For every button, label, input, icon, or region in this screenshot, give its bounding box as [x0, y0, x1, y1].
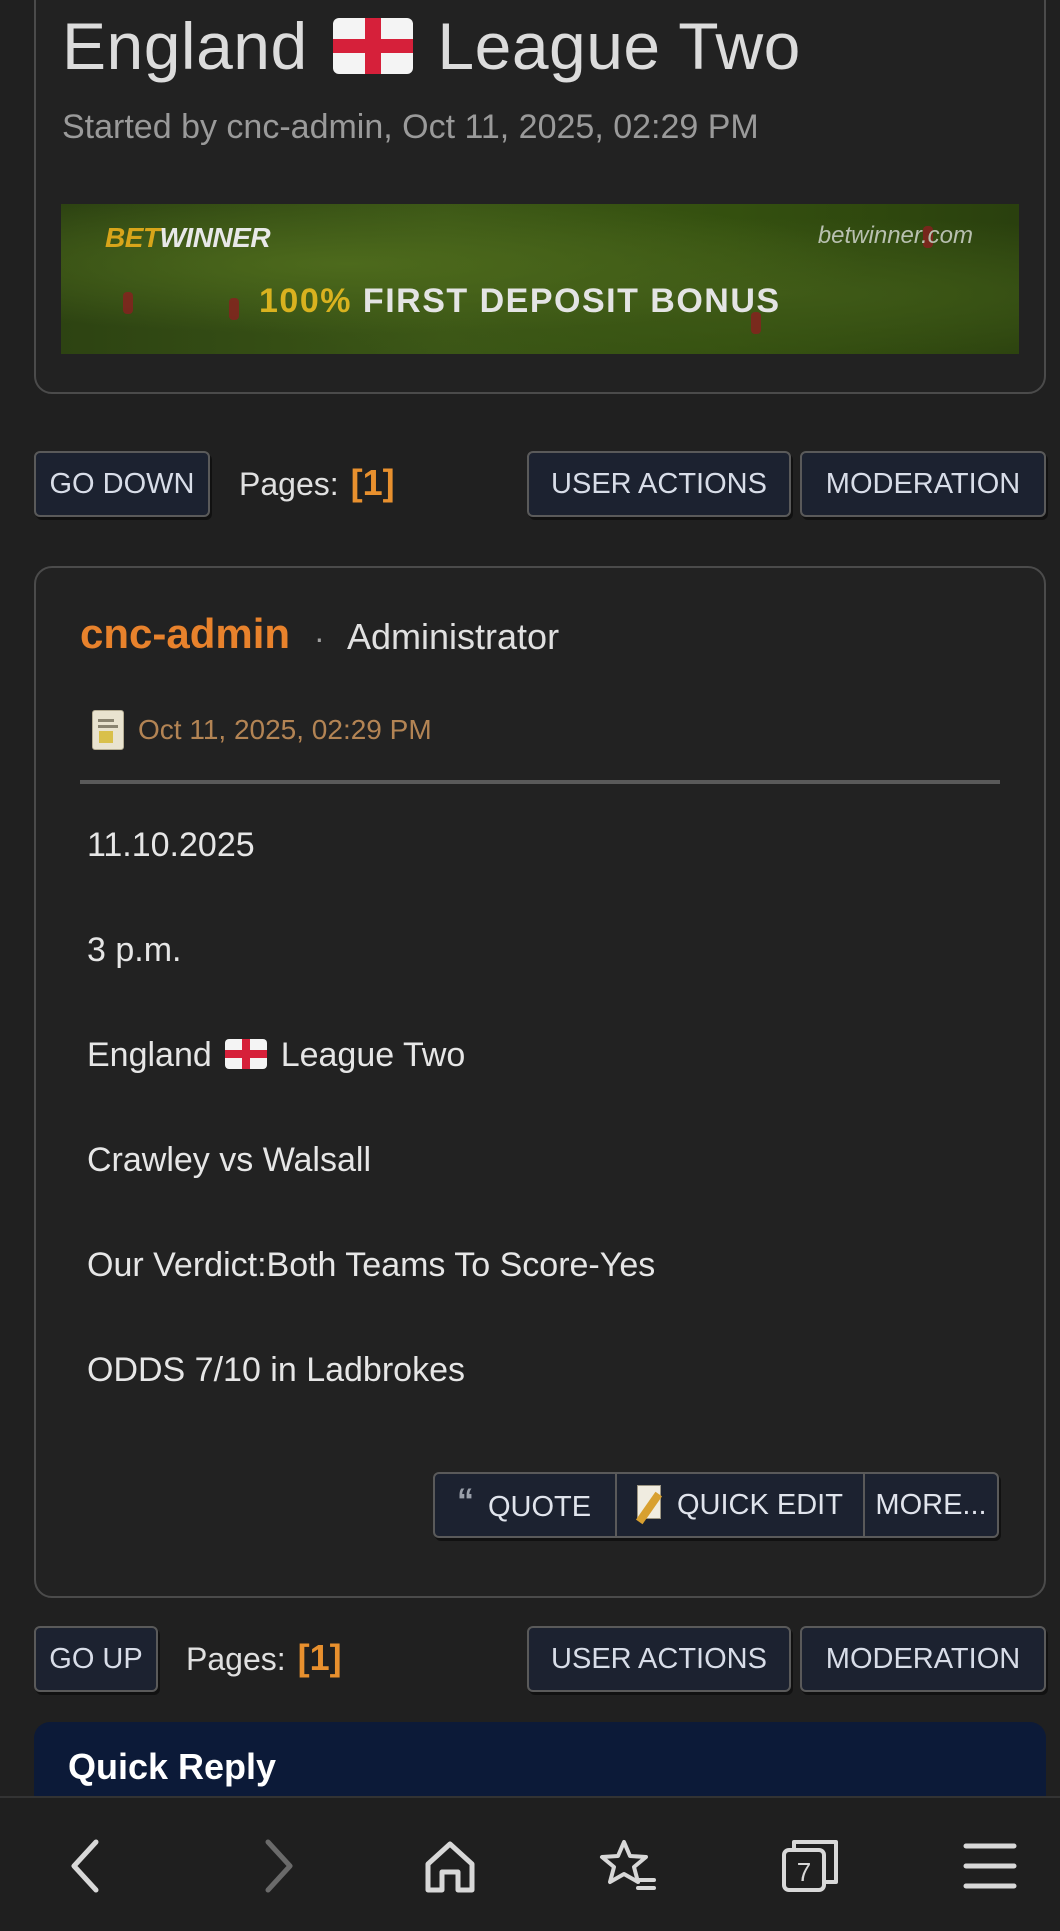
quick-reply-title: Quick Reply [68, 1746, 277, 1787]
banner-brand: BETWINNER [105, 222, 271, 254]
post-line-league: England League Two [87, 1036, 465, 1075]
banner-bonus-pct: 100% [259, 282, 352, 320]
pagination-bottom: Pages: [1] [186, 1637, 342, 1679]
banner-brand-winner: WINNER [159, 222, 271, 253]
league-suffix: League Two [280, 1036, 466, 1074]
topic-meta: Started by cnc-admin, Oct 11, 2025, 02:2… [62, 108, 759, 146]
go-down-button[interactable]: GO DOWN [34, 451, 210, 517]
post-line-verdict: Our Verdict:Both Teams To Score-Yes [87, 1246, 656, 1284]
topic-title-suffix: League Two [437, 9, 801, 83]
menu-icon[interactable] [960, 1836, 1020, 1896]
england-flag-icon [332, 17, 413, 74]
quote-icon: “ [457, 1482, 474, 1520]
more-button[interactable]: MORE... [863, 1474, 997, 1536]
banner-bonus-text: FIRST DEPOSIT BONUS [362, 282, 781, 320]
post-date-link[interactable]: Oct 11, 2025, 02:29 PM [138, 714, 432, 746]
forward-icon[interactable] [246, 1836, 306, 1896]
banner-decoration [229, 298, 239, 320]
edit-pencil-icon [635, 1483, 669, 1525]
quick-edit-label: QUICK EDIT [677, 1489, 843, 1521]
topic-title-prefix: England [62, 9, 308, 83]
moderation-button[interactable]: MODERATION [800, 1626, 1046, 1692]
post-line-date: 11.10.2025 [87, 826, 255, 864]
user-actions-button[interactable]: USER ACTIONS [527, 451, 791, 517]
tab-count: 7 [797, 1857, 811, 1887]
quote-label: QUOTE [488, 1491, 592, 1523]
page-link-1[interactable]: [1] [351, 462, 395, 503]
browser-bottom-bar [0, 1796, 1060, 1931]
page-link-1[interactable]: [1] [298, 1637, 342, 1678]
post-actions: “ QUOTE QUICK EDIT MORE... [433, 1472, 999, 1538]
banner-brand-bet: BET [105, 222, 160, 253]
user-actions-button[interactable]: USER ACTIONS [527, 1626, 791, 1692]
back-icon[interactable] [58, 1836, 118, 1896]
post-document-icon [92, 710, 124, 750]
league-prefix: England [87, 1036, 212, 1074]
post-line-odds: ODDS 7/10 in Ladbrokes [87, 1351, 465, 1389]
post-line-time: 3 p.m. [87, 931, 182, 969]
banner-decoration [123, 292, 133, 314]
betwinner-ad-banner[interactable]: BETWINNER betwinner.com 100% FIRST DEPOS… [61, 204, 1019, 354]
banner-bonus: 100% FIRST DEPOSIT BONUS [259, 282, 781, 321]
england-flag-icon [225, 1039, 268, 1070]
post-author-link[interactable]: cnc-admin [80, 610, 290, 658]
author-role: Administrator [347, 616, 560, 657]
tabs-icon[interactable]: 7 [780, 1836, 840, 1896]
home-icon[interactable] [420, 1836, 480, 1896]
pages-label: Pages: [239, 466, 339, 502]
pages-label: Pages: [186, 1641, 286, 1677]
banner-url: betwinner.com [817, 222, 973, 249]
quote-button[interactable]: “ QUOTE [435, 1474, 615, 1536]
topic-title: England League Two [62, 6, 801, 86]
go-up-button[interactable]: GO UP [34, 1626, 158, 1692]
post-divider [80, 780, 1000, 784]
post-line-match: Crawley vs Walsall [87, 1141, 372, 1179]
quick-edit-button[interactable]: QUICK EDIT [615, 1474, 863, 1536]
moderation-button[interactable]: MODERATION [800, 451, 1046, 517]
pagination-top: Pages: [1] [239, 462, 395, 504]
bookmarks-icon[interactable] [598, 1836, 658, 1896]
author-role-separator: · [314, 620, 325, 656]
